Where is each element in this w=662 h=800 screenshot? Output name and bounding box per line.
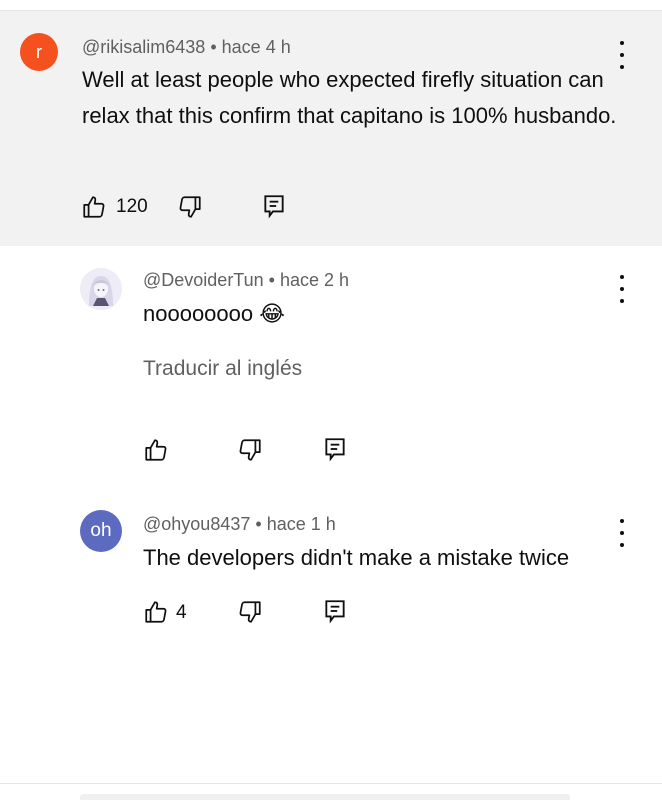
- avatar[interactable]: r: [20, 33, 58, 71]
- thumbs-down-icon[interactable]: [236, 598, 264, 626]
- reply-text: noooooooo 😂: [143, 296, 603, 332]
- separator-dot: •: [255, 514, 262, 534]
- avatar-letter: r: [36, 41, 42, 62]
- reply-time[interactable]: hace 2 h: [280, 270, 349, 290]
- like-count: 120: [116, 196, 148, 217]
- thumbs-up-icon[interactable]: [142, 598, 170, 626]
- more-vert-icon[interactable]: [617, 275, 627, 303]
- thumbs-down-icon[interactable]: [176, 193, 204, 221]
- thumbs-down-icon[interactable]: [236, 436, 264, 464]
- separator-dot: •: [268, 270, 275, 290]
- reply-text: The developers didn't make a mistake twi…: [143, 545, 570, 570]
- reply-icon[interactable]: [260, 192, 288, 220]
- avatar[interactable]: oh: [80, 510, 122, 552]
- reply-icon[interactable]: [321, 597, 349, 625]
- reply-meta: @DevoiderTun • hace 2 h: [143, 270, 349, 291]
- comment-author[interactable]: @rikisalim6438: [82, 37, 205, 57]
- translate-link[interactable]: Traducir al inglés: [143, 357, 302, 381]
- comment-time[interactable]: hace 4 h: [222, 37, 291, 57]
- separator-dot: •: [210, 37, 217, 57]
- thumbs-up-icon[interactable]: [80, 193, 108, 221]
- reply-author[interactable]: @DevoiderTun: [143, 270, 264, 290]
- thumbs-up-icon[interactable]: [142, 436, 170, 464]
- avatar-letter: oh: [90, 520, 112, 541]
- laughing-emoji: 😂: [259, 301, 285, 326]
- reply-time[interactable]: hace 1 h: [267, 514, 336, 534]
- reply-icon[interactable]: [321, 435, 349, 463]
- reply-meta: @ohyou8437 • hace 1 h: [143, 514, 336, 535]
- bottom-divider: [0, 783, 662, 784]
- comment-meta: @rikisalim6438 • hace 4 h: [82, 37, 291, 58]
- comment-text: Well at least people who expected firefl…: [82, 67, 617, 128]
- reply-input-bar[interactable]: [80, 794, 570, 800]
- reply-text-content: noooooooo: [143, 301, 254, 326]
- avatar[interactable]: [80, 268, 122, 310]
- like-count: 4: [176, 602, 187, 623]
- reply-author[interactable]: @ohyou8437: [143, 514, 250, 534]
